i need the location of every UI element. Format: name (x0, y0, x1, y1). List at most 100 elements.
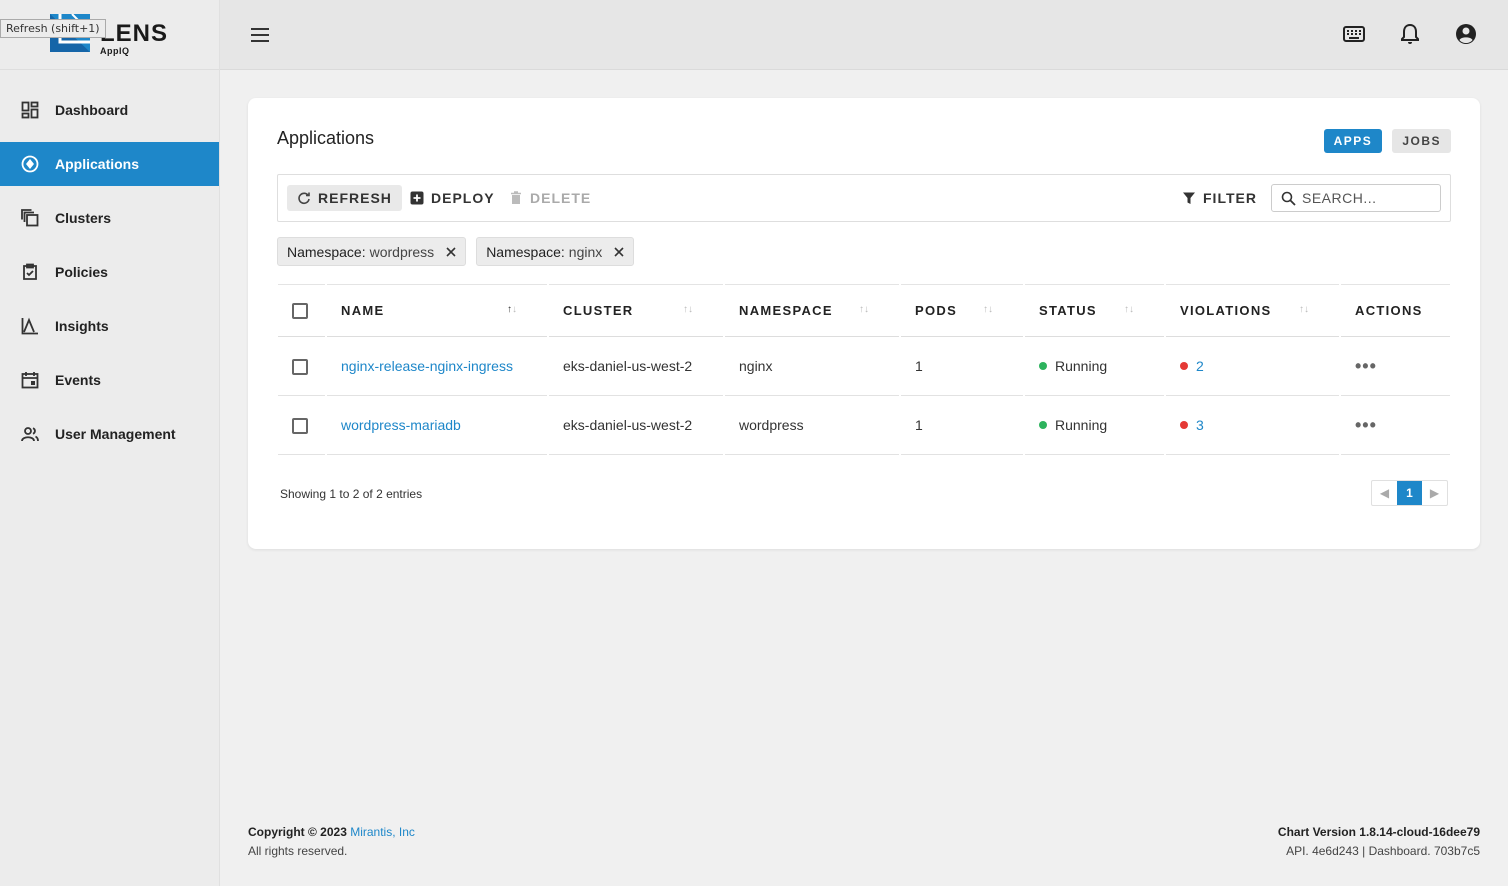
column-header-name[interactable]: NAME ↑↓ (325, 284, 548, 337)
sidebar-item-label: Insights (55, 318, 109, 334)
prev-page-icon[interactable]: ◀ (1372, 481, 1397, 505)
toolbar: REFRESH DEPLOY DELETE FILTER (277, 174, 1451, 222)
table-row: nginx-release-nginx-ingress eks-daniel-u… (278, 336, 1450, 396)
column-header-namespace[interactable]: NAMESPACE ↑↓ (723, 284, 900, 337)
refresh-icon (298, 192, 310, 205)
cluster-cell: eks-daniel-us-west-2 (547, 395, 724, 455)
page-title: Applications (277, 128, 375, 148)
violation-dot-icon (1180, 421, 1188, 430)
footer-right: Chart Version 1.8.14-cloud-16dee79 API. … (1278, 823, 1480, 861)
status-dot-icon (1039, 421, 1047, 430)
search-icon (1281, 191, 1296, 206)
refresh-button[interactable]: REFRESH (287, 185, 402, 211)
deploy-button[interactable]: DEPLOY (400, 185, 505, 211)
tab-apps[interactable]: APPS (1323, 129, 1383, 153)
sort-icon[interactable]: ↑↓ (507, 304, 517, 315)
policies-icon (20, 262, 40, 282)
close-icon[interactable] (614, 246, 624, 257)
tab-jobs[interactable]: JOBS (1392, 129, 1451, 153)
table-row: wordpress-mariadb eks-daniel-us-west-2 w… (278, 395, 1450, 455)
column-header-actions: ACTIONS (1339, 284, 1450, 337)
view-toggle: APPS JOBS (1323, 129, 1451, 153)
footer-left: Copyright © 2023 Mirantis, Inc All right… (248, 823, 415, 861)
sidebar-item-policies[interactable]: Policies (0, 250, 219, 294)
app-name-link[interactable]: wordpress-mariadb (341, 417, 461, 433)
page-button-current[interactable]: 1 (1397, 481, 1422, 505)
trash-icon (511, 191, 521, 204)
sidebar-item-user-management[interactable]: User Management (0, 412, 219, 456)
delete-button[interactable]: DELETE (499, 185, 601, 211)
more-actions-icon[interactable]: ••• (1355, 415, 1377, 435)
more-actions-icon[interactable]: ••• (1355, 356, 1377, 376)
sort-icon[interactable]: ↑↓ (1299, 304, 1309, 315)
menu-icon[interactable] (250, 24, 270, 46)
dashboard-icon (20, 100, 40, 120)
chip-value: nginx (568, 243, 603, 260)
entries-info: Showing 1 to 2 of 2 entries (280, 487, 423, 501)
sidebar-item-label: Applications (55, 156, 140, 172)
violation-dot-icon (1180, 362, 1188, 371)
bell-icon[interactable] (1398, 22, 1422, 46)
sort-icon[interactable]: ↑↓ (683, 304, 693, 315)
namespace-cell: wordpress (723, 395, 900, 455)
row-checkbox[interactable] (292, 358, 308, 375)
sort-icon[interactable]: ↑↓ (983, 304, 993, 315)
filter-chips: Namespace: wordpress Namespace: nginx (277, 237, 635, 266)
filter-chip: Namespace: nginx (476, 237, 635, 266)
filter-label: FILTER (1203, 190, 1257, 206)
sidebar-item-label: Clusters (55, 210, 112, 226)
violations-link[interactable]: 3 (1196, 417, 1204, 433)
sidebar: Refresh (shift+1) LENS AppIQ Dashboard A… (0, 0, 220, 886)
sidebar-item-label: Policies (55, 264, 108, 280)
filter-button[interactable]: FILTER (1172, 185, 1267, 211)
clusters-icon (20, 208, 40, 228)
sidebar-item-clusters[interactable]: Clusters (0, 196, 219, 240)
brand-sub: AppIQ (100, 46, 130, 56)
status-dot-icon (1039, 362, 1047, 371)
close-icon[interactable] (446, 246, 456, 257)
chip-value: wordpress (369, 243, 435, 260)
search-input[interactable] (1302, 190, 1432, 206)
pagination: ◀ 1 ▶ (1371, 480, 1448, 506)
sidebar-item-label: User Management (55, 426, 176, 442)
chart-version: Chart Version 1.8.14-cloud-16dee79 (1277, 825, 1480, 839)
company-link[interactable]: Mirantis, Inc (350, 825, 415, 839)
delete-label: DELETE (530, 190, 592, 206)
sidebar-nav: Dashboard Applications Clusters Policies… (0, 88, 219, 456)
row-checkbox[interactable] (292, 417, 308, 434)
filter-icon (1183, 192, 1195, 204)
pods-cell: 1 (899, 395, 1024, 455)
logo-area: Refresh (shift+1) LENS AppIQ (0, 0, 219, 70)
refresh-label: REFRESH (318, 190, 392, 206)
brand-name: LENS (100, 20, 169, 47)
table-header-row: NAME ↑↓ CLUSTER ↑↓ NAMESPACE ↑↓ PODS ↑↓ STAT… (278, 284, 1450, 337)
app-name-link[interactable]: nginx-release-nginx-ingress (341, 358, 513, 374)
keyboard-icon[interactable] (1342, 22, 1366, 46)
events-icon (20, 370, 40, 390)
column-header-status[interactable]: STATUS ↑↓ (1023, 284, 1165, 337)
pods-cell: 1 (899, 336, 1024, 396)
account-icon[interactable] (1454, 22, 1478, 46)
insights-icon (20, 316, 40, 336)
sidebar-item-label: Dashboard (55, 102, 129, 118)
sidebar-item-insights[interactable]: Insights (0, 304, 219, 348)
sidebar-item-events[interactable]: Events (0, 358, 219, 402)
column-header-pods[interactable]: PODS ↑↓ (899, 284, 1024, 337)
applications-icon (20, 154, 40, 174)
deploy-label: DEPLOY (431, 190, 495, 206)
applications-card: Applications APPS JOBS REFRESH DEPLOY DE… (248, 98, 1480, 549)
chip-key: Namespace: (287, 243, 366, 260)
select-all-checkbox[interactable] (292, 302, 308, 319)
sidebar-item-applications[interactable]: Applications (0, 142, 219, 186)
column-header-violations[interactable]: VIOLATIONS ↑↓ (1164, 284, 1340, 337)
violations-link[interactable]: 2 (1196, 358, 1204, 374)
sort-icon[interactable]: ↑↓ (1124, 304, 1134, 315)
sort-icon[interactable]: ↑↓ (859, 304, 869, 315)
next-page-icon[interactable]: ▶ (1422, 481, 1447, 505)
users-icon (20, 424, 40, 444)
add-box-icon (410, 191, 424, 205)
sidebar-item-dashboard[interactable]: Dashboard (0, 88, 219, 132)
namespace-cell: nginx (723, 336, 900, 396)
column-header-cluster[interactable]: CLUSTER ↑↓ (547, 284, 724, 337)
sidebar-item-label: Events (55, 372, 101, 388)
